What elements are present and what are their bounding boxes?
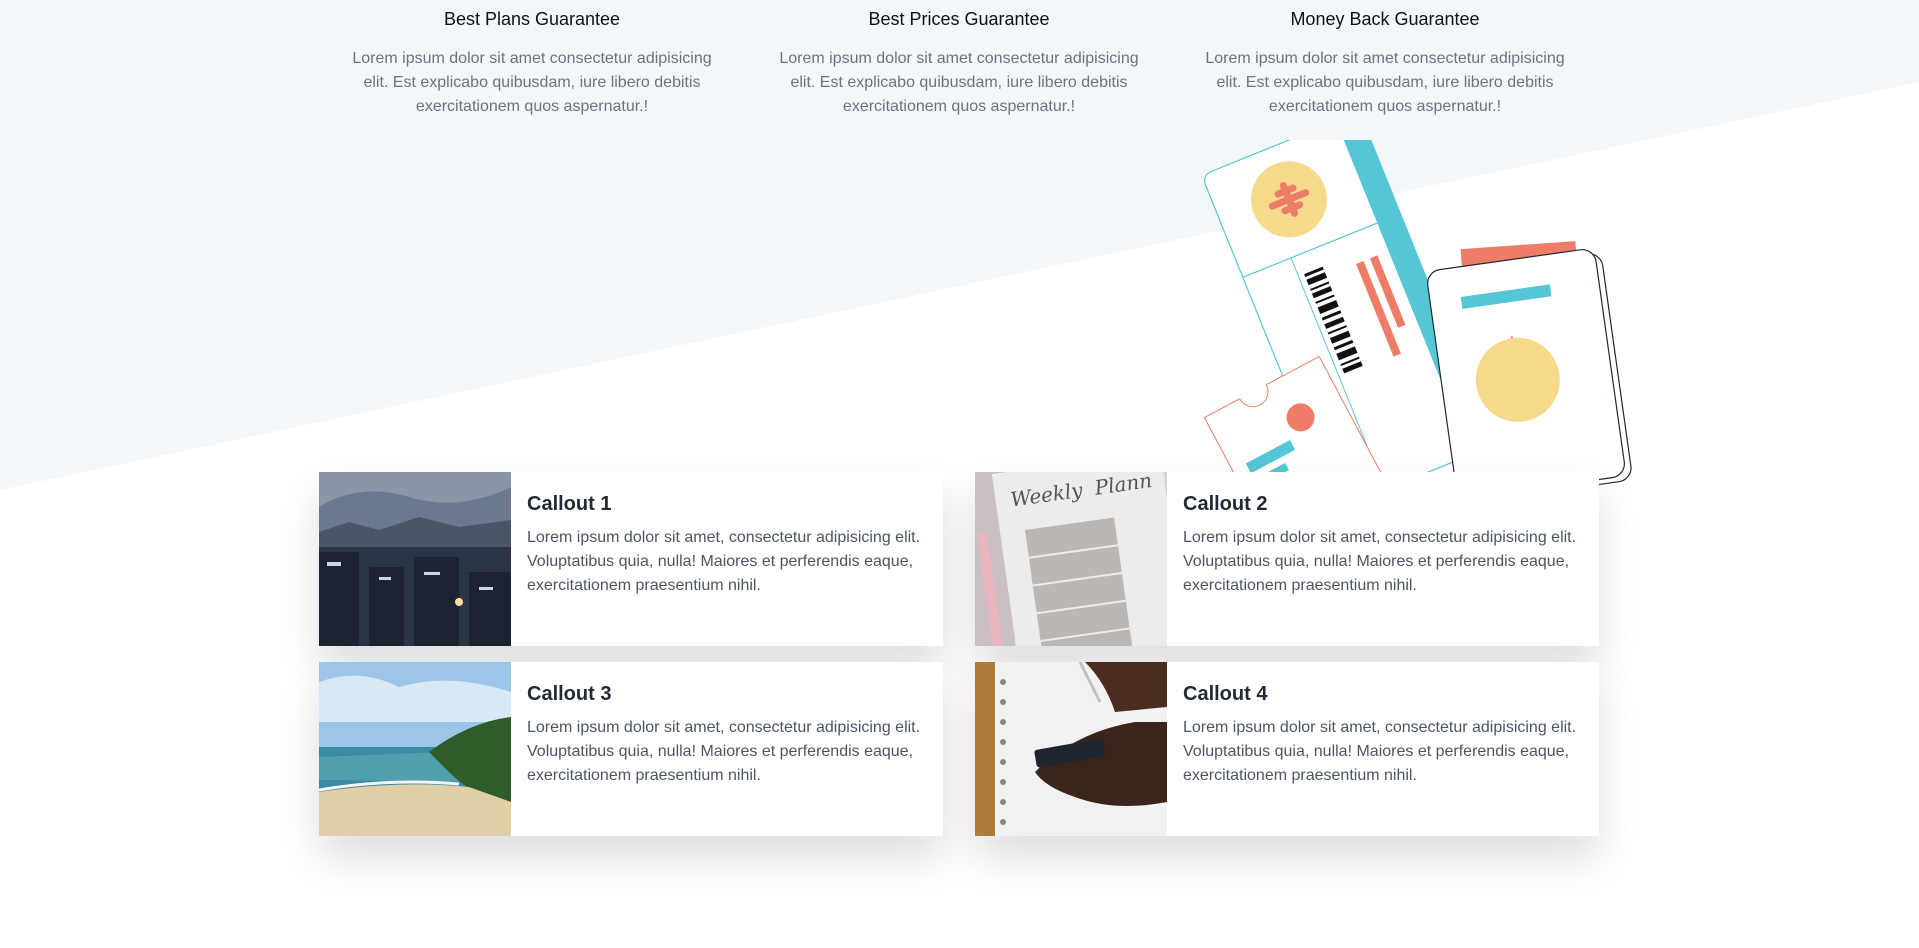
callout-card-2[interactable]: Weekly Plann Callout 2 Lorem ipsum dolor… (975, 472, 1599, 646)
callout-title: Callout 3 (527, 683, 612, 705)
feature-title: Money Back Guarantee (1290, 9, 1480, 29)
callout-text: Lorem ipsum dolor sit amet, consectetur … (1183, 719, 1577, 784)
feature-text: Lorem ipsum dolor sit amet consectetur a… (1205, 50, 1565, 115)
feature-best-plans: Best Plans Guarantee Lorem ipsum dolor s… (347, 8, 717, 119)
callout-text: Lorem ipsum dolor sit amet, consectetur … (527, 529, 921, 594)
beach-photo (319, 662, 511, 836)
callout-card-1[interactable]: Callout 1 Lorem ipsum dolor sit amet, co… (319, 472, 943, 646)
callout-title: Callout 1 (527, 493, 612, 515)
callout-title: Callout 4 (1183, 683, 1268, 705)
writing-notebook-photo (975, 662, 1167, 836)
feature-best-prices: Best Prices Guarantee Lorem ipsum dolor … (774, 8, 1144, 119)
feature-text: Lorem ipsum dolor sit amet consectetur a… (352, 50, 712, 115)
city-at-dusk-photo (319, 472, 511, 646)
feature-text: Lorem ipsum dolor sit amet consectetur a… (779, 50, 1139, 115)
feature-title: Best Prices Guarantee (868, 9, 1050, 29)
weekly-planner-photo: Weekly Plann (975, 472, 1167, 646)
callout-text: Lorem ipsum dolor sit amet, consectetur … (1183, 529, 1577, 594)
callout-title: Callout 2 (1183, 493, 1268, 515)
callout-card-3[interactable]: Callout 3 Lorem ipsum dolor sit amet, co… (319, 662, 943, 836)
travel-tickets-illustration (1203, 140, 1632, 510)
feature-money-back: Money Back Guarantee Lorem ipsum dolor s… (1200, 8, 1570, 119)
callout-card-4[interactable]: Callout 4 Lorem ipsum dolor sit amet, co… (975, 662, 1599, 836)
callout-text: Lorem ipsum dolor sit amet, consectetur … (527, 719, 921, 784)
feature-title: Best Plans Guarantee (443, 9, 621, 29)
